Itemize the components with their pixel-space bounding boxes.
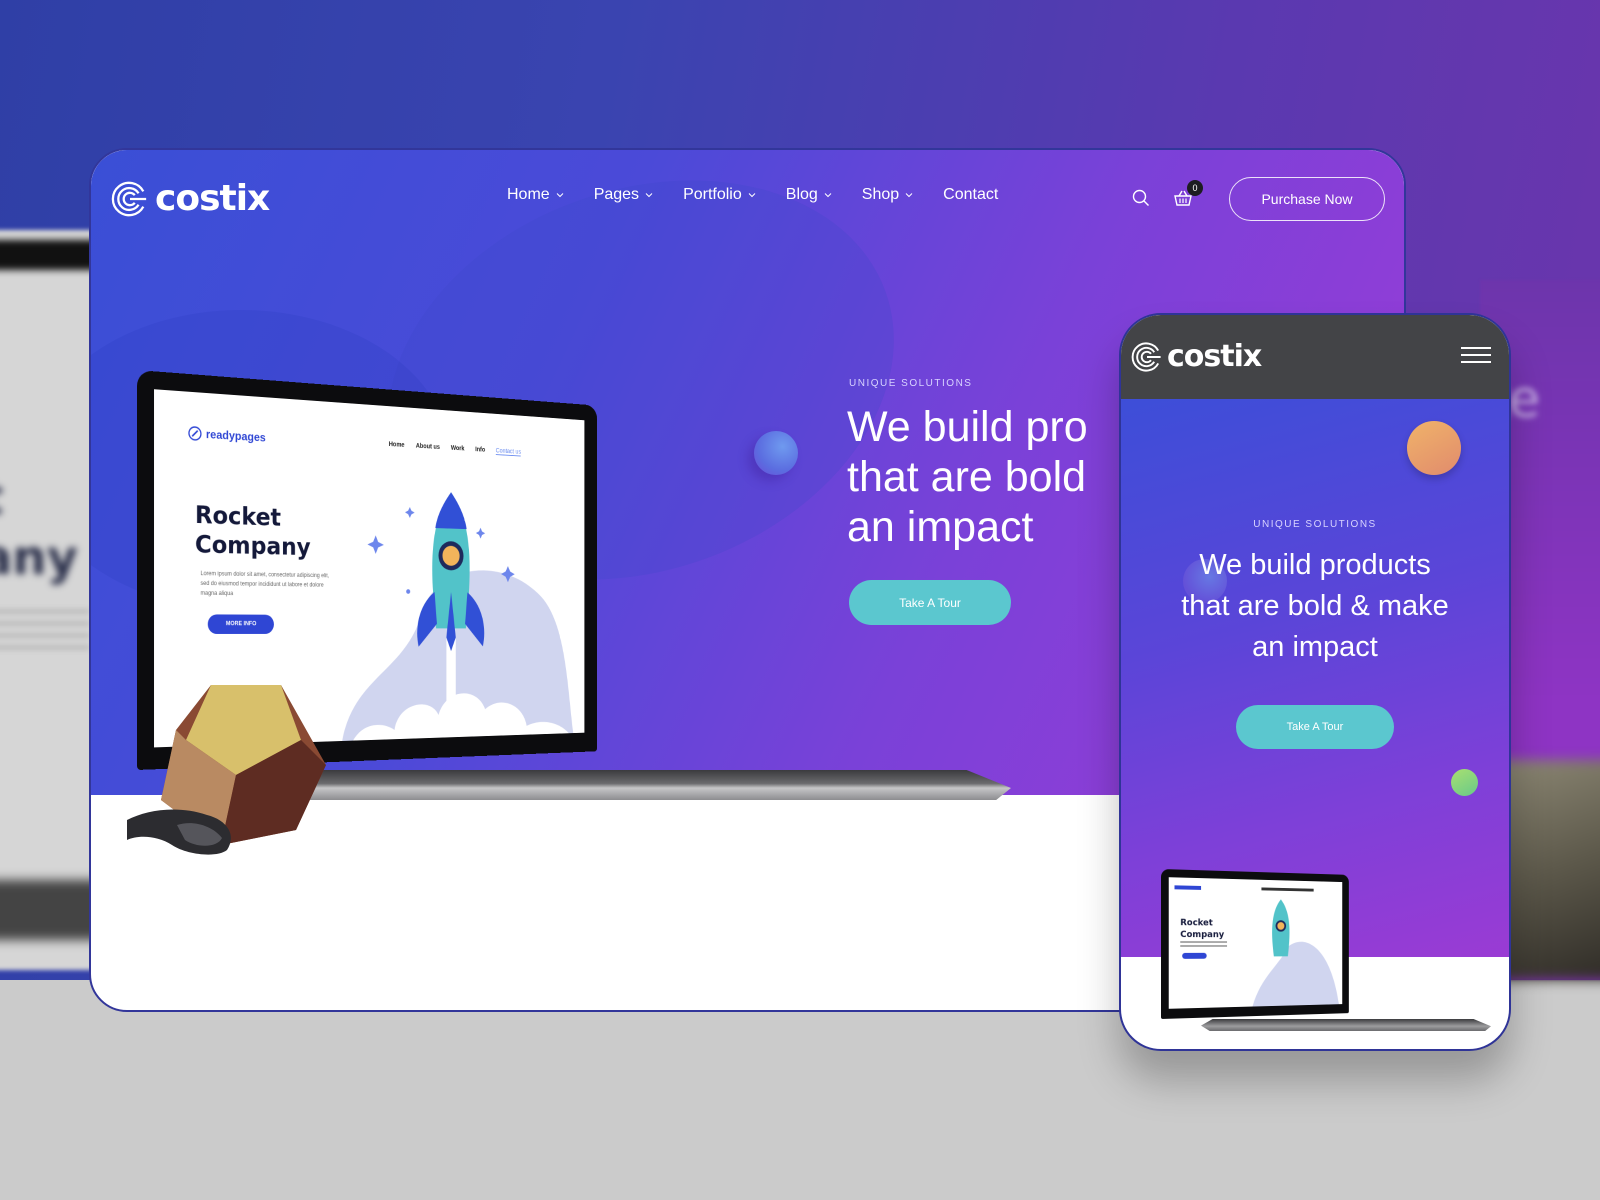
- chevron-down-icon: [905, 193, 913, 198]
- nav-item-portfolio[interactable]: Portfolio: [683, 186, 756, 204]
- blurred-text: t: [0, 470, 3, 526]
- title-line: Rocket: [194, 500, 281, 532]
- nav-item-pages[interactable]: Pages: [594, 186, 653, 204]
- hamburger-line: [1461, 361, 1491, 363]
- rocket-nose: [435, 491, 467, 530]
- nav-item-home[interactable]: Home: [507, 186, 564, 204]
- rp-nav-item: Contact us: [495, 447, 522, 457]
- chevron-down-icon: [824, 193, 832, 198]
- nav-label: Pages: [593, 186, 640, 203]
- headline-line: that are bold & make: [1181, 590, 1449, 622]
- brand-name: costix: [155, 178, 270, 219]
- search-icon[interactable]: [1131, 188, 1151, 208]
- mini-nav: [1261, 887, 1314, 892]
- rp-nav-item: Info: [475, 446, 486, 454]
- phone-brand-logo[interactable]: costix: [1131, 339, 1262, 374]
- costix-logo-icon: [111, 181, 147, 216]
- purchase-now-button[interactable]: Purchase Now: [1229, 177, 1385, 221]
- mini-title: Company: [1180, 930, 1224, 940]
- rp-nav-item: About us: [415, 442, 440, 451]
- laptop-base: [271, 770, 1011, 800]
- sunglasses-decoration: [127, 809, 231, 855]
- headline-line: an impact: [1252, 631, 1378, 663]
- phone-laptop-illustration: Rocket Company: [1161, 869, 1491, 1049]
- phone-mockup: costix UNIQUE SOLUTIONS We build product…: [1119, 313, 1511, 1051]
- rocket-illustration: [340, 491, 575, 748]
- laptop-base: [1201, 1019, 1491, 1031]
- nav-item-contact[interactable]: Contact: [943, 186, 998, 204]
- phone-hero-eyebrow: UNIQUE SOLUTIONS: [1253, 519, 1377, 530]
- chevron-down-icon: [748, 193, 756, 198]
- decorative-orange-sphere: [1407, 421, 1461, 475]
- nav-label: Home: [507, 186, 550, 203]
- mini-body: [1180, 944, 1228, 947]
- nav-label: Contact: [943, 186, 999, 203]
- brand-name: costix: [1167, 339, 1262, 374]
- nav-item-shop[interactable]: Shop: [862, 186, 913, 204]
- hamburger-icon[interactable]: [1461, 347, 1491, 363]
- site-header: costix Home Pages Portfolio Blog Shop Co…: [91, 150, 1404, 250]
- mini-logo: [1174, 885, 1202, 890]
- blurred-text: any: [0, 530, 78, 586]
- main-nav: Home Pages Portfolio Blog Shop Contact: [507, 186, 998, 204]
- rp-nav-item: Home: [388, 441, 405, 449]
- headline-line: We build products: [1199, 549, 1431, 581]
- header-actions: 0: [1131, 180, 1203, 208]
- cart-count-badge: 0: [1187, 180, 1203, 196]
- readypages-brand: readypages: [205, 427, 266, 445]
- chevron-down-icon: [556, 193, 564, 198]
- phone-take-a-tour-button[interactable]: Take A Tour: [1236, 705, 1394, 749]
- brand-logo[interactable]: costix: [111, 178, 270, 219]
- laptop-screen: Rocket Company: [1161, 869, 1349, 1019]
- mini-rocket-page: Rocket Company: [1174, 885, 1339, 1007]
- more-info-button: MORE INFO: [207, 614, 274, 634]
- phone-hero-headline: We build products that are bold & make a…: [1121, 545, 1509, 668]
- nav-label: Portfolio: [683, 186, 742, 203]
- blurred-paragraph: [0, 610, 90, 650]
- rocket-logo-icon: [188, 425, 203, 442]
- decorative-green-sphere: [1451, 769, 1478, 796]
- nav-label: Blog: [785, 186, 818, 203]
- laptop-illustration: readypages Home About us Work Info Conta…: [127, 370, 1031, 855]
- hamburger-line: [1461, 347, 1491, 349]
- mini-body: [1180, 941, 1228, 944]
- phone-header: costix: [1121, 315, 1509, 399]
- rocket-body-text: Lorem ipsum dolor sit amet, consectetur …: [200, 571, 330, 598]
- nav-label: Shop: [861, 186, 900, 203]
- rp-nav-item: Work: [450, 445, 465, 453]
- chevron-down-icon: [645, 193, 653, 198]
- mini-rocket-window: [1276, 921, 1285, 931]
- costix-logo-icon: [1131, 341, 1161, 372]
- title-line: Company: [194, 529, 311, 561]
- rocket-company-title: Rocket Company: [195, 500, 311, 562]
- phone-hero: UNIQUE SOLUTIONS We build products that …: [1121, 399, 1509, 1031]
- mini-smoke: [1252, 941, 1339, 1007]
- nav-item-blog[interactable]: Blog: [786, 186, 832, 204]
- readypages-logo: readypages: [188, 425, 266, 445]
- mini-title: Rocket: [1180, 918, 1213, 928]
- mini-button: [1182, 952, 1207, 959]
- cart-button[interactable]: 0: [1173, 180, 1203, 208]
- laptop-display: Rocket Company: [1168, 877, 1343, 1009]
- hamburger-line: [1461, 354, 1491, 356]
